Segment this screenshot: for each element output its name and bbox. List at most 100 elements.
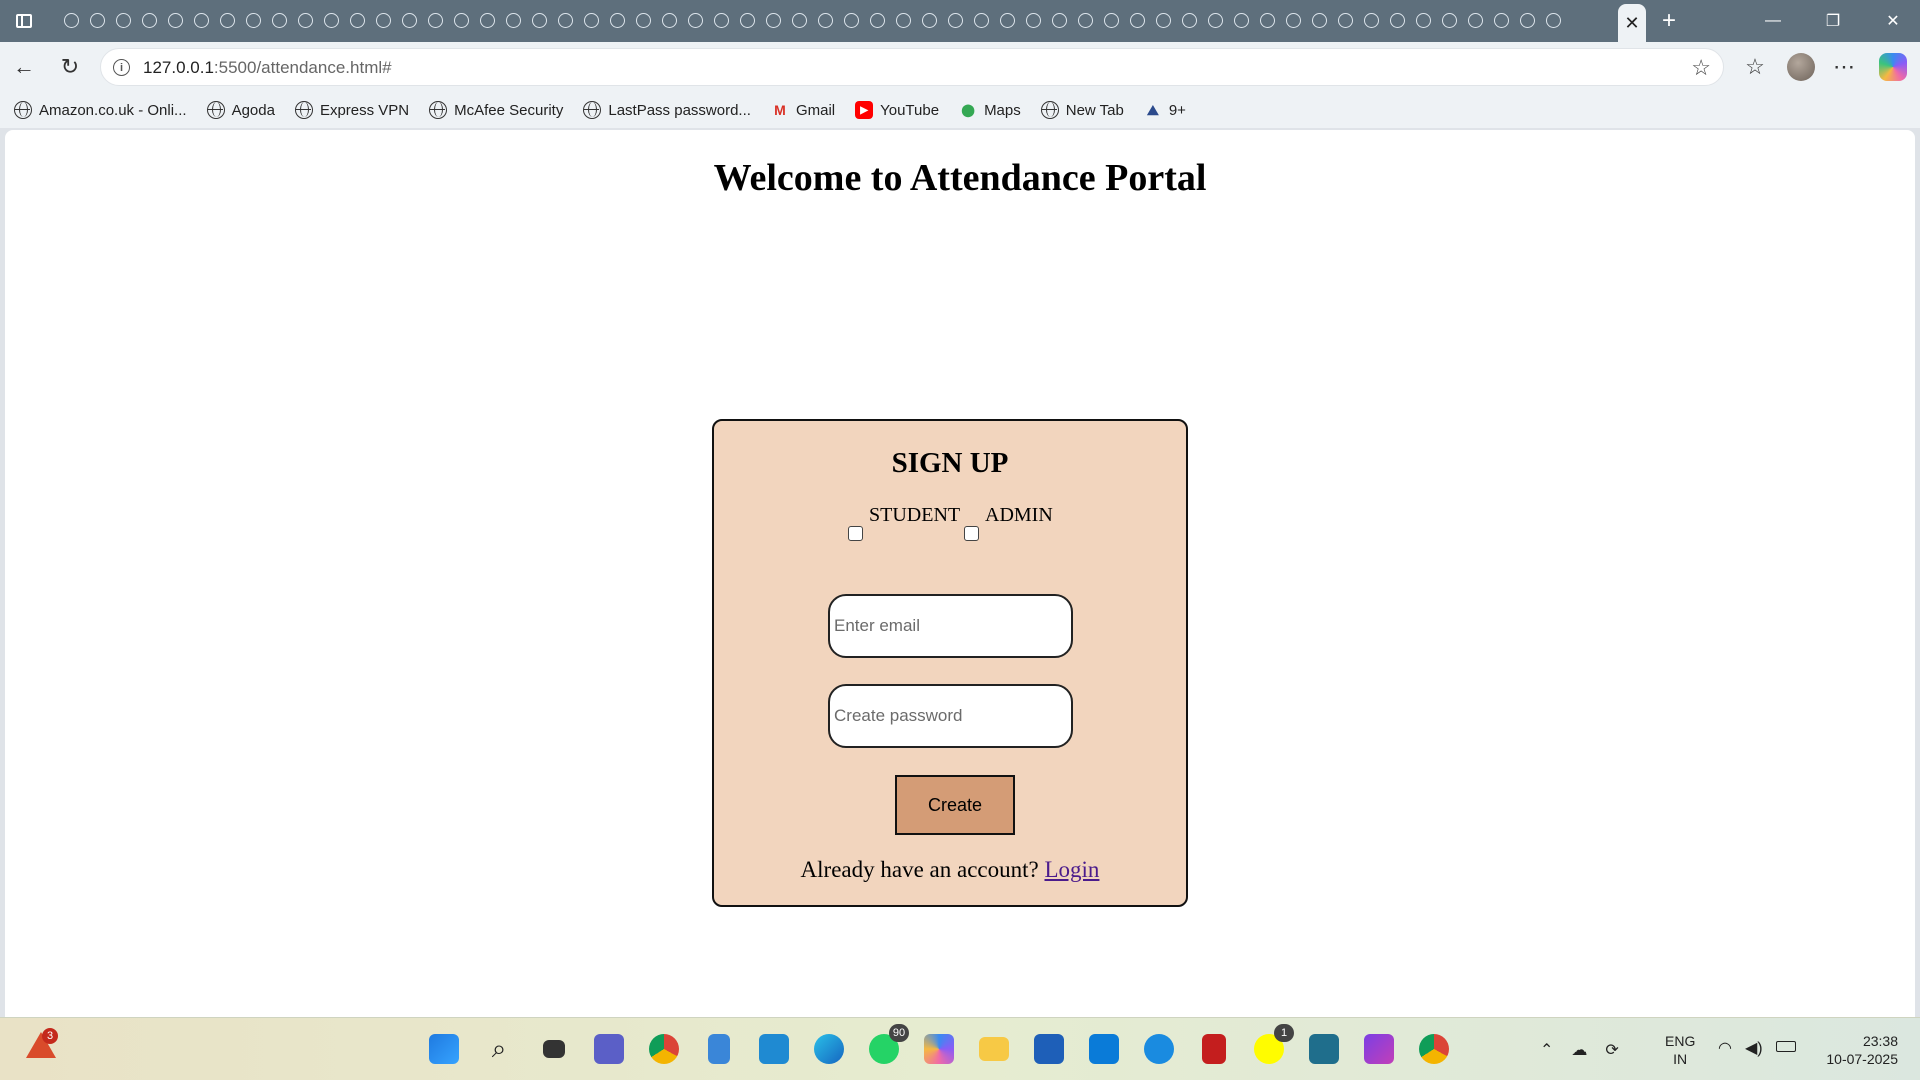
tab-favicon-icon[interactable] [608, 9, 626, 31]
tab-favicon-icon[interactable] [1284, 9, 1302, 31]
tab-favicon-icon[interactable] [140, 9, 158, 31]
clipchamp-icon[interactable] [1360, 1030, 1398, 1068]
bookmark-item[interactable]: ▶ YouTube [855, 101, 939, 119]
tab-favicon-icon[interactable] [530, 9, 548, 31]
clock[interactable]: 23:38 10-07-2025 [1818, 1032, 1898, 1068]
bookmark-star-icon[interactable]: ☆ [1691, 55, 1711, 81]
bookmark-item[interactable]: McAfee Security [429, 101, 563, 119]
bookmark-item[interactable]: ⬤ Maps [959, 101, 1020, 119]
copilot-icon[interactable] [1879, 53, 1907, 81]
tab-favicon-icon[interactable] [374, 9, 392, 31]
language-indicator[interactable]: ENG IN [1665, 1032, 1695, 1068]
minimize-icon[interactable]: — [1750, 4, 1796, 38]
tab-favicon-icon[interactable] [1154, 9, 1172, 31]
tab-favicon-icon[interactable] [244, 9, 262, 31]
tab-favicon-icon[interactable] [1232, 9, 1250, 31]
tab-favicon-icon[interactable] [270, 9, 288, 31]
tab-favicon-icon[interactable] [764, 9, 782, 31]
tab-favicon-icon[interactable] [1076, 9, 1094, 31]
tab-favicon-icon[interactable] [504, 9, 522, 31]
edge-icon[interactable] [810, 1030, 848, 1068]
tab-favicon-icon[interactable] [816, 9, 834, 31]
bookmark-item[interactable]: New Tab [1040, 101, 1124, 119]
tab-favicon-icon[interactable] [842, 9, 860, 31]
onedrive-icon[interactable]: ☁ [1571, 1040, 1587, 1060]
sidebar-toggle-icon[interactable] [10, 8, 38, 34]
battery-icon[interactable] [1776, 1041, 1796, 1052]
tab-favicon-icon[interactable] [1414, 9, 1432, 31]
tab-favicon-icon[interactable] [1440, 9, 1458, 31]
bookmark-item[interactable]: Agoda [206, 101, 275, 119]
tab-favicon-icon[interactable] [1388, 9, 1406, 31]
cortana-icon[interactable] [1305, 1030, 1343, 1068]
tab-favicon-icon[interactable] [998, 9, 1016, 31]
wifi-icon[interactable]: ◠ [1718, 1038, 1732, 1058]
tab-favicon-icon[interactable] [1050, 9, 1068, 31]
tab-favicon-icon[interactable] [1206, 9, 1224, 31]
new-tab-button[interactable]: + [1654, 6, 1684, 36]
bookmark-item[interactable]: ⛰ 9+ [1144, 101, 1186, 119]
tab-favicon-icon[interactable] [868, 9, 886, 31]
tab-favicon-icon[interactable] [1336, 9, 1354, 31]
reload-icon[interactable]: ↻ [54, 51, 86, 83]
tab-favicon-icon[interactable] [1466, 9, 1484, 31]
tab-favicon-icon[interactable] [660, 9, 678, 31]
tab-favicon-icon[interactable] [114, 9, 132, 31]
url-text[interactable]: 127.0.0.1:5500/attendance.html# [143, 58, 392, 78]
tab-favicon-icon[interactable] [1258, 9, 1276, 31]
tab-favicon-icon[interactable] [296, 9, 314, 31]
bookmark-item[interactable]: M Gmail [771, 101, 835, 119]
tab-favicon-icon[interactable] [478, 9, 496, 31]
tab-favicon-icon[interactable] [426, 9, 444, 31]
tab-favicon-icon[interactable] [322, 9, 340, 31]
bookmark-item[interactable]: Express VPN [294, 101, 409, 119]
sync-icon[interactable]: ⟳ [1605, 1040, 1618, 1060]
tab-favicon-icon[interactable] [738, 9, 756, 31]
teams-icon[interactable] [590, 1030, 628, 1068]
tab-favicon-icon[interactable] [452, 9, 470, 31]
tab-favicon-icon[interactable] [62, 9, 80, 31]
tab-favicon-icon[interactable] [686, 9, 704, 31]
copilot-app-icon[interactable] [920, 1030, 958, 1068]
email-field[interactable] [828, 594, 1073, 658]
active-tab-close-icon[interactable]: ✕ [1618, 4, 1646, 42]
store-icon[interactable] [1030, 1030, 1068, 1068]
get-help-icon[interactable] [1140, 1030, 1178, 1068]
password-field[interactable] [828, 684, 1073, 748]
bookmark-item[interactable]: Amazon.co.uk - Onli... [14, 101, 187, 119]
tab-favicon-icon[interactable] [582, 9, 600, 31]
whatsapp-icon[interactable]: 90 [865, 1024, 909, 1068]
snapchat-icon[interactable]: 1 [1250, 1024, 1294, 1068]
tab-favicon-icon[interactable] [1492, 9, 1510, 31]
tab-favicon-icon[interactable] [712, 9, 730, 31]
task-view-icon[interactable] [535, 1030, 573, 1068]
tab-favicon-icon[interactable] [218, 9, 236, 31]
tab-favicon-icon[interactable] [556, 9, 574, 31]
tab-favicon-icon[interactable] [894, 9, 912, 31]
tab-favicon-icon[interactable] [1102, 9, 1120, 31]
bookmark-item[interactable]: LastPass password... [583, 101, 751, 119]
tab-favicon-icon[interactable] [634, 9, 652, 31]
tab-favicon-icon[interactable] [1128, 9, 1146, 31]
tab-favicon-icon[interactable] [1362, 9, 1380, 31]
role-student-checkbox[interactable] [848, 526, 863, 541]
create-button[interactable]: Create [895, 775, 1015, 835]
mcafee-icon[interactable] [1195, 1030, 1233, 1068]
vscode-icon[interactable] [755, 1030, 793, 1068]
volume-icon[interactable]: ◀) [1745, 1038, 1763, 1058]
address-bar[interactable]: i 127.0.0.1:5500/attendance.html# ☆ [100, 48, 1724, 86]
alert-app-icon[interactable]: 3 [26, 1028, 58, 1062]
restore-icon[interactable]: ❐ [1810, 4, 1856, 38]
myhp-icon[interactable] [1085, 1030, 1123, 1068]
notepad-icon[interactable] [700, 1030, 738, 1068]
tab-favicon-icon[interactable] [1544, 9, 1562, 31]
tab-favicon-icon[interactable] [1024, 9, 1042, 31]
close-window-icon[interactable]: ✕ [1870, 4, 1916, 38]
tab-favicon-icon[interactable] [790, 9, 808, 31]
tab-favicon-icon[interactable] [192, 9, 210, 31]
tab-favicon-icon[interactable] [348, 9, 366, 31]
tab-favicon-icon[interactable] [946, 9, 964, 31]
role-admin-checkbox[interactable] [964, 526, 979, 541]
tab-favicon-icon[interactable] [166, 9, 184, 31]
more-menu-icon[interactable]: ⋯ [1828, 51, 1860, 83]
